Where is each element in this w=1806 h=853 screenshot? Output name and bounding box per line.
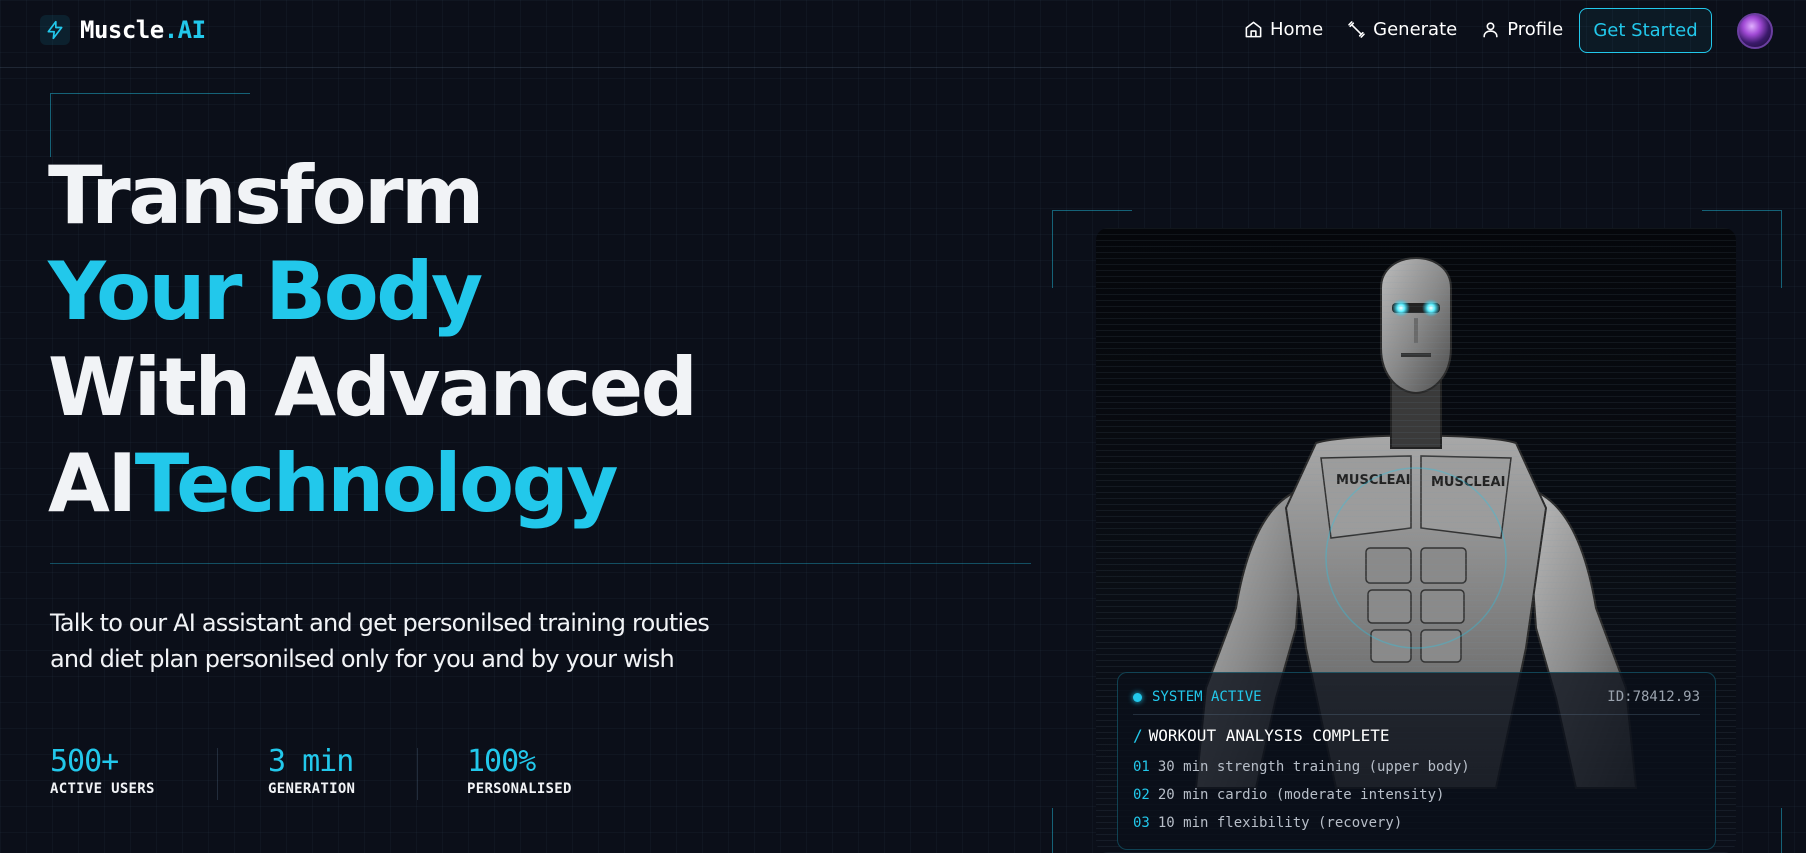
stat-label: ACTIVE USERS <box>50 781 155 797</box>
stat-active-users: 500+ ACTIVE USERS <box>50 744 217 800</box>
system-id: ID:78412.93 <box>1607 689 1700 705</box>
chest-logo-left: MUSCLEAI <box>1336 473 1410 488</box>
avatar[interactable] <box>1737 13 1773 49</box>
hero-subtitle: Talk to our AI assistant and get personi… <box>50 609 710 673</box>
hero-divider <box>50 563 1031 564</box>
nav-home-label: Home <box>1270 19 1324 40</box>
nav-generate-label: Generate <box>1373 19 1458 40</box>
list-item: 03 10 min flexibility (recovery) <box>1133 815 1403 831</box>
system-status: SYSTEM ACTIVE <box>1152 689 1262 705</box>
nav-profile[interactable]: Profile <box>1481 19 1563 40</box>
workout-list: 01 30 min strength training (upper body) … <box>1133 759 1470 843</box>
lightning-bolt-icon <box>40 15 70 45</box>
headline-line-2: Your Body <box>48 245 483 338</box>
dumbbell-icon <box>1348 21 1365 38</box>
status-card-title: / WORKOUT ANALYSIS COMPLETE <box>1133 726 1390 745</box>
stat-generation: 3 min GENERATION <box>218 744 417 800</box>
stat-label: PERSONALISED <box>467 781 572 797</box>
home-icon <box>1245 21 1262 38</box>
navbar: Muscle.AI Home Generate Profile Get Star… <box>0 0 1806 68</box>
stat-personalised: 100% PERSONALISED <box>418 744 572 800</box>
stat-label: GENERATION <box>268 781 356 797</box>
nav-generate[interactable]: Generate <box>1347 19 1457 40</box>
list-item: 01 30 min strength training (upper body) <box>1133 759 1470 775</box>
frame-edge-bottom-right <box>1781 808 1782 853</box>
get-started-button[interactable]: Get Started <box>1579 8 1712 53</box>
headline-line-4: AITechnology <box>48 437 618 530</box>
list-item: 02 20 min cardio (moderate intensity) <box>1133 787 1445 803</box>
stat-value: 100% <box>467 744 536 779</box>
chest-logo-right: MUSCLEAI <box>1431 475 1505 490</box>
headline-line-1: Transform <box>48 149 484 242</box>
stat-value: 500+ <box>50 744 119 779</box>
stat-value: 3 min <box>268 744 354 779</box>
brand-logo[interactable]: Muscle.AI <box>40 15 206 45</box>
brand-name: Muscle.AI <box>80 16 206 44</box>
hero-headline: Transform Your Body With Advanced AITech… <box>48 148 698 532</box>
status-card-header: SYSTEM ACTIVE ID:78412.93 <box>1133 689 1700 715</box>
nav-links: Home Generate Profile <box>1244 19 1587 40</box>
frame-edge-bottom-left <box>1052 808 1053 853</box>
workout-status-card: SYSTEM ACTIVE ID:78412.93 /WORKOUT ANALY… <box>1117 672 1716 850</box>
stats-row: 500+ ACTIVE USERS 3 min GENERATION 100% … <box>50 744 572 800</box>
status-dot-icon <box>1133 693 1142 702</box>
nav-home[interactable]: Home <box>1244 19 1323 40</box>
user-icon <box>1483 22 1498 38</box>
headline-line-3: With Advanced <box>48 341 698 434</box>
nav-profile-label: Profile <box>1507 19 1564 40</box>
